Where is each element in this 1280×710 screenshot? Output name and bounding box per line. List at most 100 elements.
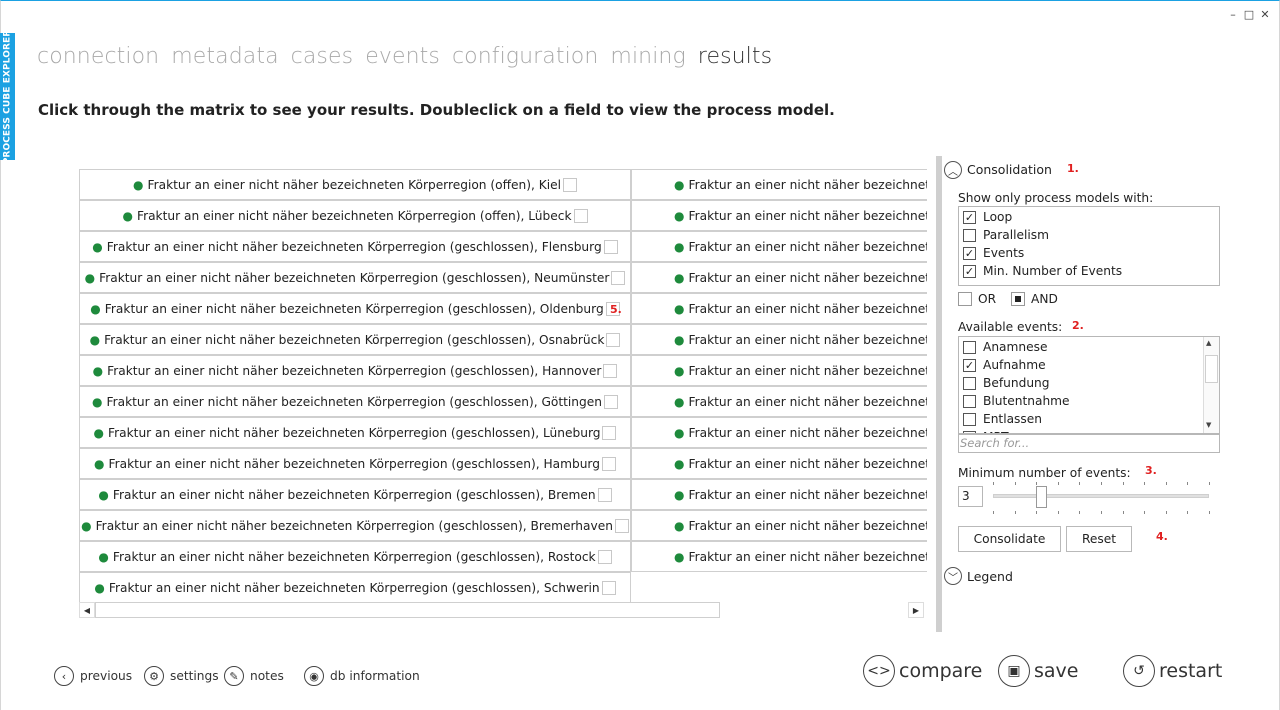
event-option[interactable]: Befundung — [963, 376, 1050, 390]
notes-button[interactable]: ✎ notes — [224, 666, 284, 686]
matrix-cell[interactable]: ●Fraktur an einer nicht näher bezeichnet… — [79, 510, 631, 541]
matrix-cell[interactable]: ●Fraktur an einer nicht näher bezeichnet… — [631, 293, 927, 324]
scroll-down-icon[interactable]: ▼ — [1206, 421, 1211, 429]
cell-checkbox[interactable] — [597, 549, 612, 564]
and-radio[interactable] — [1011, 292, 1025, 306]
filter-checkbox[interactable] — [963, 228, 976, 242]
min-events-slider-thumb[interactable] — [1035, 486, 1047, 508]
cell-checkbox[interactable] — [614, 518, 629, 533]
matrix-cell[interactable]: ●Fraktur an einer nicht näher bezeichnet… — [631, 510, 927, 541]
event-checkbox[interactable] — [963, 412, 976, 426]
event-search-input[interactable]: Search for... — [958, 434, 1220, 453]
matrix-cell[interactable]: ●Fraktur an einer nicht näher bezeichnet… — [79, 448, 631, 479]
filter-option[interactable]: Parallelism — [963, 228, 1049, 242]
cell-checkbox[interactable] — [597, 487, 612, 502]
matrix-cell[interactable]: ●Fraktur an einer nicht näher bezeichnet… — [631, 386, 927, 417]
minimize-button[interactable]: – — [1226, 8, 1240, 22]
event-option[interactable]: Blutentnahme — [963, 394, 1070, 408]
or-option[interactable]: OR — [958, 292, 996, 306]
cell-checkbox[interactable] — [611, 270, 626, 285]
matrix-cell[interactable]: ●Fraktur an einer nicht näher bezeichnet… — [79, 572, 631, 603]
matrix-cell[interactable]: ●Fraktur an einer nicht näher bezeichnet… — [79, 169, 631, 200]
matrix-cell[interactable]: ●Fraktur an einer nicht näher bezeichnet… — [79, 262, 631, 293]
events-scrollbar[interactable]: ▲ ▼ — [1203, 337, 1219, 433]
event-checkbox[interactable] — [963, 376, 976, 390]
matrix-cell[interactable]: ●Fraktur an einer nicht näher bezeichnet… — [631, 448, 927, 479]
cell-checkbox[interactable] — [601, 580, 616, 595]
cell-checkbox[interactable] — [601, 456, 616, 471]
scrollbar-thumb[interactable] — [95, 602, 720, 618]
matrix-cell[interactable]: ●Fraktur an einer nicht näher bezeichnet… — [631, 169, 927, 200]
matrix-cell[interactable]: ●Fraktur an einer nicht näher bezeichnet… — [79, 324, 631, 355]
consolidation-header[interactable]: Consolidation — [967, 162, 1052, 177]
settings-button[interactable]: ⚙ settings — [144, 666, 219, 686]
scroll-right-icon[interactable]: ▶ — [908, 602, 924, 618]
nav-mining[interactable]: mining — [610, 44, 685, 69]
filter-checkbox[interactable]: ✓ — [963, 246, 976, 260]
event-checkbox[interactable] — [963, 394, 976, 408]
filter-option[interactable]: ✓ Loop — [963, 210, 1012, 224]
compare-button[interactable]: <> compare — [863, 655, 982, 687]
filter-option[interactable]: ✓ Events — [963, 246, 1024, 260]
cell-checkbox[interactable] — [602, 425, 617, 440]
status-dot-icon: ● — [92, 394, 103, 409]
matrix-cell[interactable]: ●Fraktur an einer nicht näher bezeichnet… — [631, 200, 927, 231]
cell-checkbox[interactable] — [603, 394, 618, 409]
matrix-horizontal-scrollbar[interactable]: ◀ ▶ — [79, 602, 927, 618]
restart-button[interactable]: ↺ restart — [1123, 655, 1222, 687]
maximize-button[interactable]: □ — [1242, 8, 1256, 22]
db-information-button[interactable]: ◉ db information — [304, 666, 420, 686]
reset-button[interactable]: Reset — [1066, 526, 1132, 552]
event-option[interactable]: Anamnese — [963, 340, 1047, 354]
matrix-cell[interactable]: ●Fraktur an einer nicht näher bezeichnet… — [631, 324, 927, 355]
matrix-cell[interactable]: ●Fraktur an einer nicht näher bezeichnet… — [631, 417, 927, 448]
event-checkbox[interactable] — [963, 340, 976, 354]
expand-legend-icon[interactable]: ﹀ — [944, 567, 962, 585]
nav-cases[interactable]: cases — [291, 44, 354, 69]
nav-connection[interactable]: connection — [37, 44, 159, 69]
panel-splitter[interactable] — [936, 156, 942, 632]
matrix-cell[interactable]: ●Fraktur an einer nicht näher bezeichnet… — [631, 262, 927, 293]
close-button[interactable]: ✕ — [1258, 8, 1272, 22]
matrix-cell[interactable]: ●Fraktur an einer nicht näher bezeichnet… — [79, 293, 631, 324]
events-scroll-thumb[interactable] — [1205, 355, 1218, 383]
matrix-cell[interactable]: ●Fraktur an einer nicht näher bezeichnet… — [79, 355, 631, 386]
matrix-cell[interactable]: ●Fraktur an einer nicht näher bezeichnet… — [79, 541, 631, 572]
matrix-cell[interactable]: ●Fraktur an einer nicht näher bezeichnet… — [631, 231, 927, 262]
nav-configuration[interactable]: configuration — [452, 44, 598, 69]
matrix-cell[interactable]: ●Fraktur an einer nicht näher bezeichnet… — [79, 200, 631, 231]
cell-checkbox[interactable] — [603, 239, 618, 254]
min-events-slider-track[interactable] — [993, 494, 1209, 498]
filter-option[interactable]: ✓ Min. Number of Events — [963, 264, 1122, 278]
collapse-consolidation-icon[interactable]: ︿ — [944, 161, 962, 179]
previous-button[interactable]: ‹ previous — [54, 666, 132, 686]
matrix-cell[interactable]: ●Fraktur an einer nicht näher bezeichnet… — [631, 541, 927, 572]
save-button[interactable]: ▣ save — [998, 655, 1078, 687]
available-events-list[interactable]: ▲ ▼ Anamnese ✓ Aufnahme Befundung Blutentnah… — [958, 336, 1220, 434]
event-option[interactable]: Entlassen — [963, 412, 1042, 426]
filter-checkbox[interactable]: ✓ — [963, 210, 976, 224]
or-radio[interactable] — [958, 292, 972, 306]
matrix-cell[interactable]: ●Fraktur an einer nicht näher bezeichnet… — [79, 417, 631, 448]
matrix-cell[interactable]: ●Fraktur an einer nicht näher bezeichnet… — [631, 355, 927, 386]
nav-metadata[interactable]: metadata — [171, 44, 278, 69]
filter-checkbox[interactable]: ✓ — [963, 264, 976, 278]
and-option[interactable]: AND — [1011, 292, 1058, 306]
scroll-up-icon[interactable]: ▲ — [1206, 339, 1211, 347]
cell-checkbox[interactable] — [606, 332, 621, 347]
matrix-cell[interactable]: ●Fraktur an einer nicht näher bezeichnet… — [631, 479, 927, 510]
consolidate-button[interactable]: Consolidate — [958, 526, 1061, 552]
nav-events[interactable]: events — [365, 44, 440, 69]
cell-checkbox[interactable] — [573, 208, 588, 223]
legend-header[interactable]: Legend — [967, 569, 1013, 584]
matrix-cell[interactable]: ●Fraktur an einer nicht näher bezeichnet… — [79, 479, 631, 510]
matrix-cell[interactable]: ●Fraktur an einer nicht näher bezeichnet… — [79, 231, 631, 262]
event-checkbox[interactable]: ✓ — [963, 358, 976, 372]
nav-results[interactable]: results — [698, 44, 772, 69]
scroll-left-icon[interactable]: ◀ — [79, 602, 95, 618]
min-events-input[interactable]: 3 — [958, 486, 983, 507]
cell-checkbox[interactable] — [603, 363, 618, 378]
cell-checkbox[interactable] — [563, 177, 577, 192]
matrix-cell[interactable]: ●Fraktur an einer nicht näher bezeichnet… — [79, 386, 631, 417]
event-option[interactable]: ✓ Aufnahme — [963, 358, 1046, 372]
